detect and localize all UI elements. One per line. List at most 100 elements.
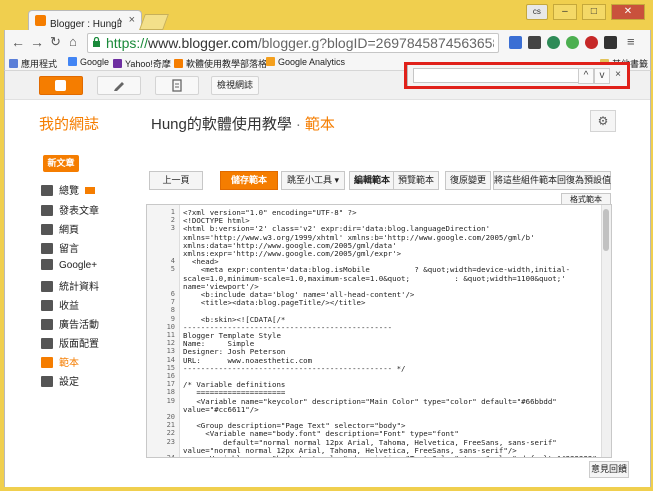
address-bar[interactable]: https://www.blogger.com/blogger.g?blogID…: [87, 33, 499, 53]
bookmark-yahoo[interactable]: Yahoo!奇摩: [113, 57, 171, 70]
code-line: <Variable name="body.text.color" descrip…: [183, 454, 597, 457]
settings-gear-button[interactable]: ⚙: [590, 110, 616, 132]
line-number: 22: [166, 429, 175, 438]
window-close-button[interactable]: ✕: [611, 4, 645, 20]
stats-icon: [41, 281, 53, 292]
bookmark-apps[interactable]: 應用程式: [9, 57, 57, 70]
line-number-gutter: 1 2 3 4 5 6 7 8 9 10 11 12 13 14 15 16 17 18 19 20 21 22 23 24: [147, 205, 180, 457]
line-number: 19: [166, 396, 175, 405]
sidebar-item-settings[interactable]: 設定: [41, 373, 79, 388]
yahoo-icon: [113, 59, 122, 68]
menu-icon[interactable]: ≡: [627, 34, 635, 49]
lock-icon: [93, 37, 100, 47]
line-number: 23: [166, 437, 175, 446]
line-number: 7: [170, 298, 175, 307]
template-code-editor[interactable]: 1 2 3 4 5 6 7 8 9 10 11 12 13 14 15 16 17 18 19 20 21 22 23 24 …: [146, 204, 612, 458]
current-section: 範本: [304, 116, 335, 133]
previous-page-button[interactable]: 上一頁: [149, 171, 203, 190]
line-number: 16: [166, 372, 175, 380]
blogger-home-button[interactable]: [39, 76, 83, 95]
line-number: 14: [166, 355, 175, 364]
posts-list-button[interactable]: [155, 76, 199, 95]
line-number: 3: [170, 224, 175, 233]
url-text: https://www.blogger.com/blogger.g?blogID…: [106, 35, 494, 51]
line-number: 20: [166, 413, 175, 421]
line-number: 11: [166, 331, 175, 339]
green-extension-icon[interactable]: [566, 36, 579, 49]
feedback-button[interactable]: 意見回饋: [589, 461, 629, 478]
pen-extension-icon[interactable]: [528, 36, 541, 49]
line-number: 13: [166, 347, 175, 356]
sidebar-item-earnings[interactable]: 收益: [41, 297, 79, 312]
sidebar-item-comments[interactable]: 留言: [41, 240, 79, 255]
gear-icon: ⚙: [597, 114, 609, 128]
red-extension-icon[interactable]: [585, 36, 598, 49]
my-blogs-link[interactable]: 我的網誌: [39, 113, 99, 134]
posts-icon: [41, 205, 53, 216]
sidebar-item-stats[interactable]: 統計資料: [41, 278, 99, 293]
editor-scrollbar[interactable]: [601, 205, 611, 457]
revert-widgets-button[interactable]: 將這些組件範本回復為預設值: [493, 171, 611, 190]
line-number: 9: [170, 314, 175, 323]
sidebar-item-posts[interactable]: 發表文章: [41, 202, 99, 217]
sidebar-item-template[interactable]: 範本: [41, 354, 79, 369]
tab-title: Blogger : Hung的軟體使: [50, 19, 122, 30]
sidebar-item-overview[interactable]: 總覽: [41, 182, 95, 197]
forward-icon[interactable]: →: [30, 34, 44, 50]
template-icon: [41, 357, 53, 368]
sidebar-item-googleplus[interactable]: Google+: [41, 259, 97, 271]
line-number: 5: [170, 265, 175, 274]
sidebar-item-layout[interactable]: 版面配置: [41, 335, 99, 350]
blogger-icon: [174, 59, 183, 68]
blogger-logo-icon: [55, 80, 66, 91]
save-template-button[interactable]: 儲存範本: [220, 171, 278, 190]
line-number: 10: [166, 322, 175, 331]
back-icon[interactable]: ←: [11, 34, 25, 50]
sidebar-item-campaigns[interactable]: 廣告活動: [41, 316, 99, 331]
home-icon: [41, 185, 53, 196]
extension-icon[interactable]: [604, 36, 617, 49]
highlight-annotation: [404, 62, 630, 89]
line-number: 21: [166, 421, 175, 430]
wrench-icon: [41, 376, 53, 387]
line-number: 2: [170, 216, 175, 225]
refresh-extension-icon[interactable]: [547, 36, 560, 49]
browser-tab[interactable]: Blogger : Hung的軟體使 ×: [28, 10, 142, 31]
googleplus-icon: [41, 259, 53, 270]
home-icon[interactable]: ⌂: [69, 34, 77, 49]
scrollbar-thumb[interactable]: [603, 209, 609, 251]
line-number: 17: [166, 380, 175, 389]
jump-to-widget-dropdown[interactable]: 跳至小工具 ▾: [281, 171, 345, 190]
browser-toolbar: ← → ↻ ⌂ https://www.blogger.com/blogger.…: [4, 30, 651, 56]
pen-icon: [114, 82, 124, 91]
line-number: 15: [166, 363, 175, 372]
layout-icon: [41, 338, 53, 349]
line-number: 12: [166, 339, 175, 348]
new-post-button[interactable]: 新文章: [43, 155, 79, 172]
analytics-icon: [266, 57, 275, 66]
user-profile-badge[interactable]: cs: [525, 4, 548, 20]
code-line: <title><data:blog.pageTitle/></title>: [183, 298, 366, 308]
pages-icon: [172, 79, 182, 92]
translate-extension-icon[interactable]: [509, 36, 522, 49]
blog-title: Hung的軟體使用教學: [151, 116, 292, 133]
revert-changes-button[interactable]: 復原變更: [445, 171, 491, 190]
bookmark-blog[interactable]: 軟體使用教學部落格: [174, 57, 267, 70]
reload-icon[interactable]: ↻: [50, 34, 61, 50]
sidebar-item-pages[interactable]: 網頁: [41, 221, 79, 236]
tab-close-icon[interactable]: ×: [129, 14, 135, 26]
comment-icon: [41, 243, 53, 254]
new-post-pen-button[interactable]: [97, 76, 141, 95]
preview-template-button[interactable]: 預覽範本: [393, 171, 439, 190]
page-icon: [41, 224, 53, 235]
blogger-page: 檢視網誌 我的網誌 Hung的軟體使用教學 · 範本 ⚙ 新文章 總覽 發表文章 網…: [4, 71, 651, 487]
minimize-button[interactable]: –: [552, 4, 577, 20]
bookmark-google[interactable]: Google: [68, 57, 109, 67]
bookmark-analytics[interactable]: Google Analytics: [266, 57, 345, 67]
line-number: 6: [170, 290, 175, 298]
window-controls: cs – □ ✕: [524, 4, 645, 20]
code-line: ----------------------------------------…: [183, 363, 406, 373]
edit-template-button[interactable]: 編輯範本: [349, 171, 395, 190]
view-blog-button[interactable]: 檢視網誌: [211, 76, 259, 95]
maximize-button[interactable]: □: [581, 4, 606, 20]
